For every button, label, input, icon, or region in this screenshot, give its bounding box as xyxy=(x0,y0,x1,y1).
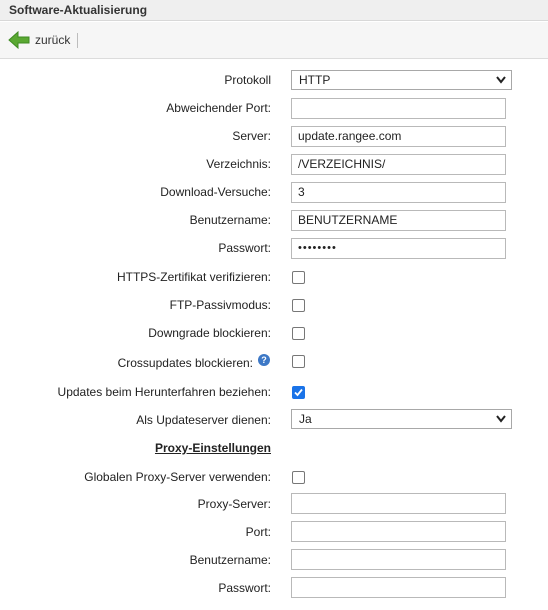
shutdown-updates-label: Updates beim Herunterfahren beziehen: xyxy=(57,385,271,399)
toolbar: zurück xyxy=(0,22,548,59)
proxy-server-label: Proxy-Server: xyxy=(197,497,271,511)
protokoll-select[interactable]: HTTP xyxy=(291,70,512,90)
chevron-down-icon xyxy=(496,76,506,84)
proxy-server-input[interactable] xyxy=(291,493,506,514)
proxy-benutzername-label: Benutzername: xyxy=(189,553,271,567)
chevron-down-icon xyxy=(496,415,506,423)
proxy-port-input[interactable] xyxy=(291,521,506,542)
updateserver-select[interactable]: Ja xyxy=(291,409,512,429)
back-button[interactable]: zurück xyxy=(7,30,70,50)
ftp-passive-checkbox[interactable] xyxy=(292,299,305,312)
download-label: Download-Versuche: xyxy=(160,185,271,199)
verzeichnis-label: Verzeichnis: xyxy=(206,157,271,171)
ftp-passive-label: FTP-Passivmodus: xyxy=(169,298,271,312)
crossupdates-checkbox[interactable] xyxy=(292,355,305,368)
proxy-section-heading: Proxy-Einstellungen xyxy=(154,441,271,455)
proxy-passwort-label: Passwort: xyxy=(218,581,271,595)
benutzername-label: Benutzername: xyxy=(189,213,271,227)
server-input[interactable]: update.rangee.com xyxy=(291,126,506,147)
window-title: Software-Aktualisierung xyxy=(9,3,148,17)
https-verify-checkbox[interactable] xyxy=(292,271,305,284)
global-proxy-checkbox[interactable] xyxy=(292,471,305,484)
passwort-label: Passwort: xyxy=(218,241,271,255)
server-label: Server: xyxy=(232,129,271,143)
shutdown-updates-checkbox[interactable] xyxy=(292,386,305,399)
window-title-bar: Software-Aktualisierung xyxy=(0,0,548,21)
https-verify-label: HTTPS-Zertifikat verifizieren: xyxy=(116,270,271,284)
port-input[interactable] xyxy=(291,98,506,119)
toolbar-separator xyxy=(77,33,78,48)
downgrade-label: Downgrade blockieren: xyxy=(148,326,271,340)
check-icon xyxy=(294,388,303,397)
proxy-benutzername-input[interactable] xyxy=(291,549,506,570)
download-input[interactable]: 3 xyxy=(291,182,506,203)
protokoll-label: Protokoll xyxy=(224,73,271,87)
benutzername-input[interactable]: BENUTZERNAME xyxy=(291,210,506,231)
crossupdates-label: Crossupdates blockieren: xyxy=(117,356,253,370)
proxy-port-label: Port: xyxy=(245,525,271,539)
port-label: Abweichender Port: xyxy=(166,101,271,115)
global-proxy-label: Globalen Proxy-Server verwenden: xyxy=(84,470,271,484)
passwort-input[interactable]: •••••••• xyxy=(291,238,506,259)
protokoll-value: HTTP xyxy=(299,73,331,87)
proxy-passwort-input[interactable] xyxy=(291,577,506,598)
help-icon[interactable]: ? xyxy=(258,354,270,366)
back-arrow-icon xyxy=(8,30,30,50)
downgrade-checkbox[interactable] xyxy=(292,327,305,340)
updateserver-value: Ja xyxy=(299,412,312,426)
updateserver-label: Als Updateserver dienen: xyxy=(136,413,271,427)
back-button-label: zurück xyxy=(35,33,71,47)
verzeichnis-input[interactable]: /VERZEICHNIS/ xyxy=(291,154,506,175)
